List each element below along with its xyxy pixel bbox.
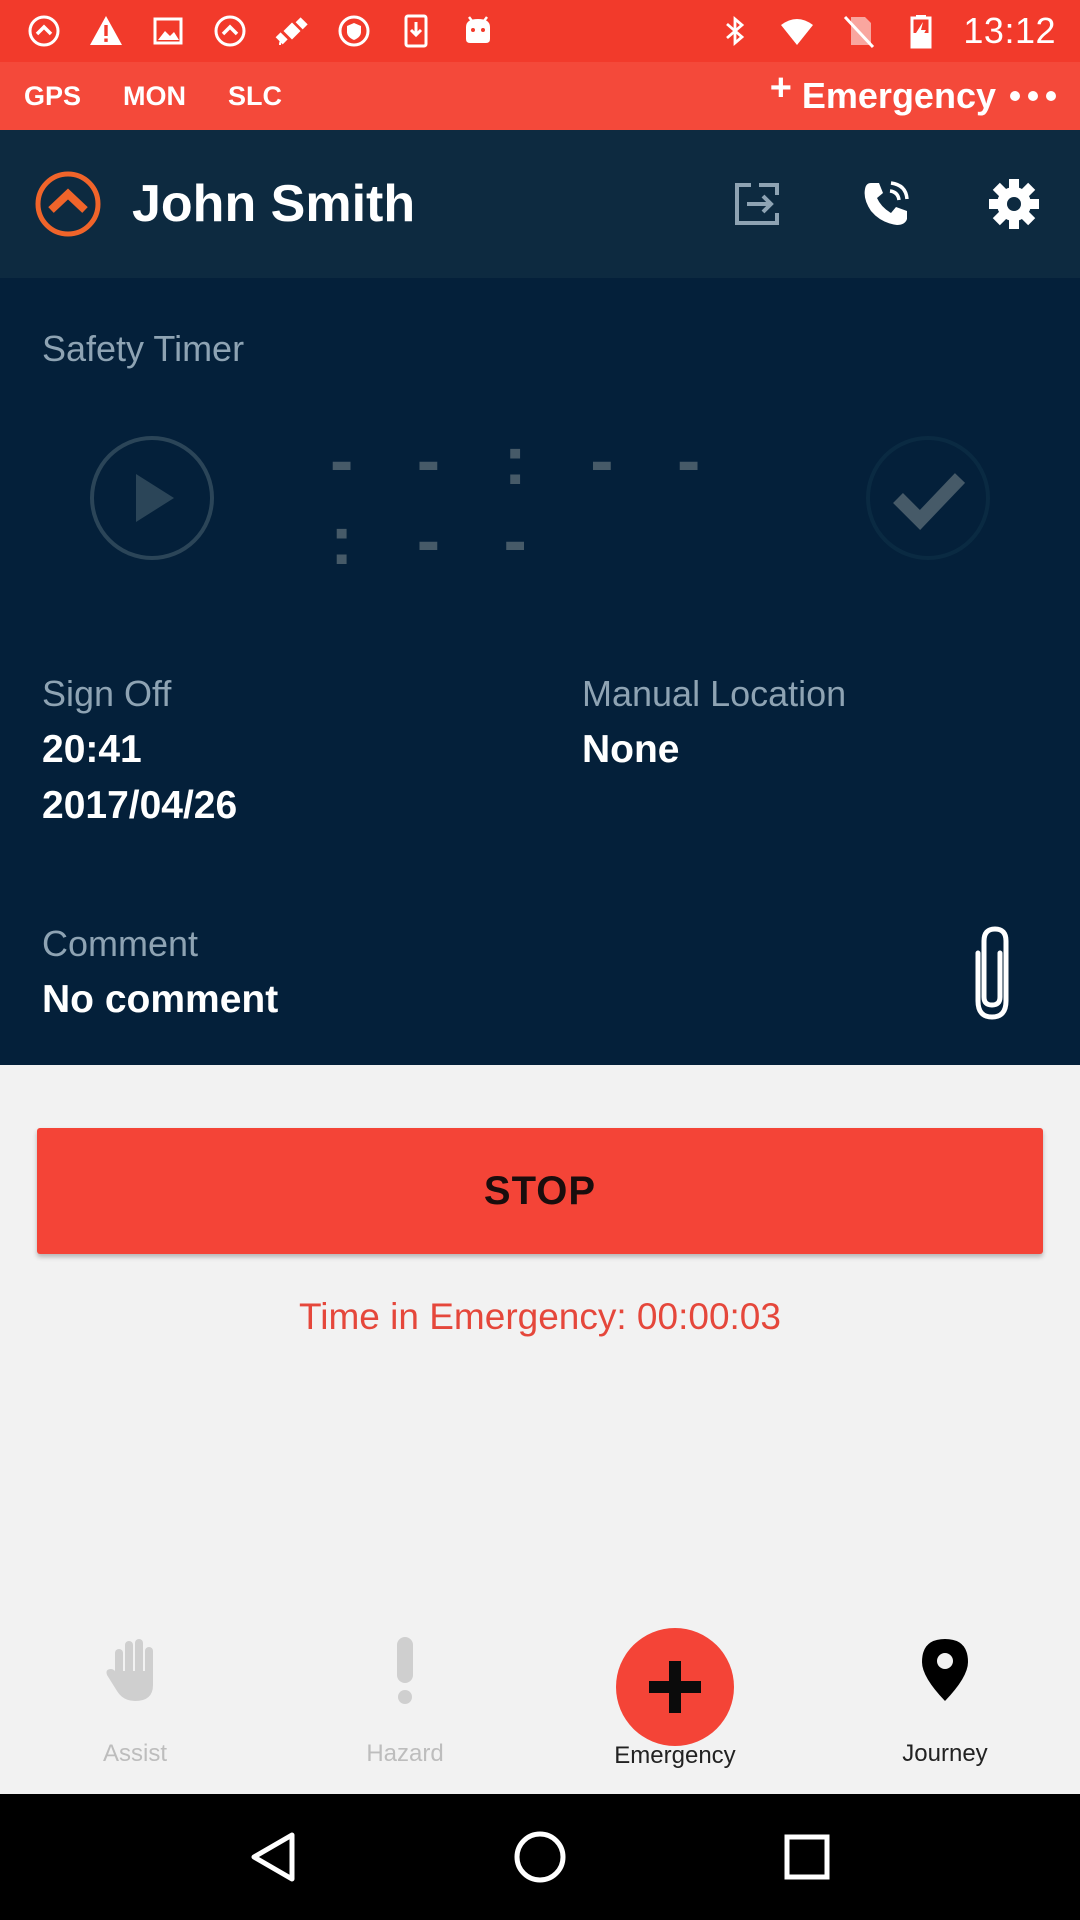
battery-charging-icon [901, 11, 941, 51]
notification-icons [24, 11, 498, 51]
emergency-mode-label: + Emergency [770, 67, 996, 118]
bluetooth-icon [715, 11, 755, 51]
nav-label-assist: Assist [102, 1740, 167, 1767]
nav-label-journey: Journey [902, 1740, 988, 1767]
sign-out-button[interactable] [730, 176, 786, 232]
mode-tag-gps: GPS [24, 80, 82, 111]
home-circle-icon [514, 1831, 566, 1883]
fake-gps-icon [272, 11, 312, 51]
comment-label: Comment [42, 923, 199, 964]
system-status: 13:12 [715, 10, 1056, 52]
wifi-icon [777, 11, 817, 51]
gear-icon [989, 179, 1039, 229]
stop-button[interactable]: STOP [37, 1128, 1043, 1254]
manual-location-label: Manual Location [582, 673, 847, 714]
safety-timer-label: Safety Timer [42, 328, 245, 369]
mode-bar: GPS MON SLC + Emergency [0, 62, 1080, 130]
status-bar: 13:12 [0, 0, 1080, 62]
sign-off-label: Sign Off [42, 673, 172, 714]
manual-location-value: None [582, 728, 680, 771]
app-header: John Smith [0, 130, 1080, 278]
settings-button[interactable] [986, 176, 1042, 232]
nav-label-hazard: Hazard [366, 1740, 444, 1767]
recents-button[interactable] [777, 1827, 837, 1887]
user-name: John Smith [132, 175, 416, 233]
recents-square-icon [784, 1834, 830, 1880]
clock: 13:12 [963, 10, 1056, 51]
app-screen: 13:12 GPS MON SLC + Emergency John Smith [0, 0, 1080, 1920]
phone-icon [864, 181, 909, 225]
safety-timer-display: - - : - - : - - [330, 421, 723, 579]
back-button[interactable] [243, 1827, 303, 1887]
app-chevron-icon [210, 11, 250, 51]
emergency-nav-circle [616, 1628, 734, 1746]
nav-item-journey[interactable]: Journey [810, 1600, 1080, 1794]
mode-tag-mon: MON [123, 80, 187, 111]
nav-item-hazard[interactable]: Hazard [270, 1600, 540, 1794]
more-options-icon[interactable] [1010, 91, 1056, 101]
bottom-nav: Assist Hazard Emergency Journey [0, 1600, 1080, 1794]
paperclip-icon[interactable] [964, 923, 1020, 1023]
nav-label-emergency: Emergency [614, 1742, 736, 1769]
exclamation-icon [397, 1637, 413, 1704]
system-navigation-bar [0, 1794, 1080, 1920]
hand-icon [106, 1639, 153, 1701]
home-button[interactable] [510, 1827, 570, 1887]
plus-icon [649, 1661, 701, 1713]
mode-tag-slc: SLC [228, 80, 283, 111]
app-chevron-icon [24, 11, 64, 51]
shield-icon [334, 11, 374, 51]
nav-item-assist[interactable]: Assist [0, 1600, 270, 1794]
emergency-elapsed-time: Time in Emergency: 00:00:03 [299, 1296, 781, 1337]
emergency-mode-text: Emergency [801, 75, 996, 116]
no-sim-icon [839, 11, 879, 51]
mode-status: + Emergency [770, 67, 1056, 118]
back-triangle-icon [251, 1832, 295, 1882]
nav-item-emergency[interactable]: Emergency [540, 1600, 810, 1794]
mode-tags: GPS MON SLC [24, 81, 282, 112]
warning-icon [86, 11, 126, 51]
android-icon [458, 11, 498, 51]
exit-icon [735, 183, 779, 225]
map-pin-icon [922, 1639, 968, 1701]
sign-off-time: 20:41 [42, 728, 142, 771]
play-icon[interactable] [88, 434, 216, 562]
app-logo-icon [35, 171, 101, 237]
sign-off-date: 2017/04/26 [42, 784, 238, 827]
header-actions [730, 176, 1046, 232]
check-icon[interactable] [864, 434, 992, 562]
info-panel: Safety Timer - - : - - : - - Sign Off 20… [0, 278, 1080, 1065]
comment-value: No comment [42, 978, 279, 1021]
call-button[interactable] [858, 176, 914, 232]
image-icon [148, 11, 188, 51]
plus-icon: + [769, 66, 792, 109]
download-icon [396, 11, 436, 51]
